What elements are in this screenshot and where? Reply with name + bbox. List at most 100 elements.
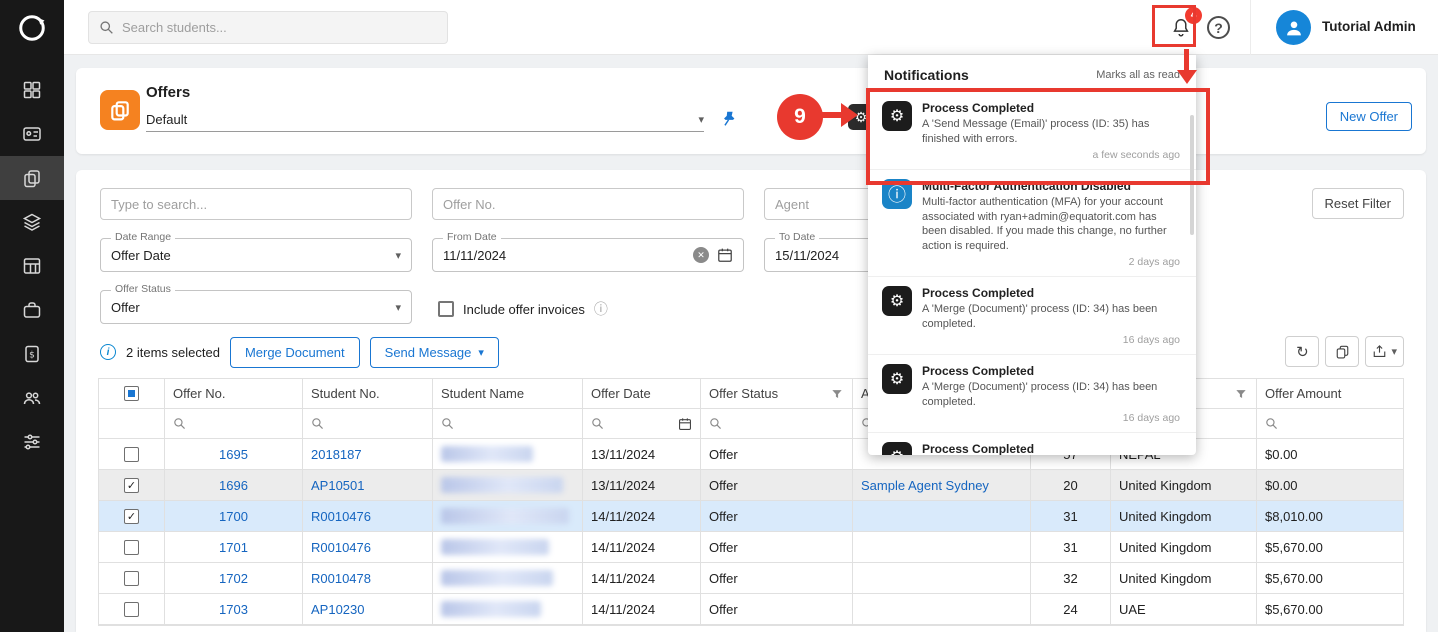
row-checkbox[interactable] (124, 602, 139, 617)
view-selector[interactable]: Default ▾ (146, 108, 704, 132)
table-header-row: Offer No. Student No. Student Name Offer… (99, 379, 1403, 409)
sidebar-item-grid[interactable] (0, 68, 64, 112)
date-range-select[interactable]: Date Range Offer Date ▾ (100, 238, 412, 272)
search-cell-offer-status[interactable] (701, 409, 853, 438)
chevron-down-icon: ▾ (1391, 345, 1397, 358)
row-checkbox[interactable] (124, 571, 139, 586)
offer-no-link[interactable]: 1703 (219, 602, 248, 617)
offer-status-cell: Offer (701, 563, 853, 593)
export-button[interactable]: ▾ (1365, 336, 1404, 367)
agent-link[interactable]: Sample Agent Sydney (861, 478, 989, 493)
sidebar-item-layers[interactable] (0, 200, 64, 244)
sidebar-nav: $ (0, 68, 64, 464)
sidebar-item-table[interactable] (0, 244, 64, 288)
search-cell-student-no[interactable] (303, 409, 433, 438)
country-cell: United Kingdom (1111, 470, 1257, 500)
sidebar-item-invoices[interactable]: $ (0, 332, 64, 376)
help-button[interactable]: ? (1207, 16, 1230, 39)
table-row[interactable]: ✓ 1696 AP10501 13/11/2024 Offer Sample A… (99, 470, 1403, 501)
table-icon (22, 256, 42, 276)
offer-no-input[interactable] (432, 188, 744, 220)
app-logo[interactable] (0, 0, 64, 56)
notification-item[interactable]: ⓘ Multi-Factor Authentication Disabled M… (868, 170, 1196, 277)
notification-body: A 'Merge (Document)' process (ID: 34) ha… (922, 380, 1180, 409)
table-row[interactable]: 1702 R0010478 14/11/2024 Offer 32 United… (99, 563, 1403, 594)
header-offer-status[interactable]: Offer Status (701, 379, 853, 408)
calendar-icon[interactable] (678, 417, 692, 431)
date-range-value: Offer Date (111, 248, 171, 263)
mark-all-read-link[interactable]: Marks all as read (1096, 69, 1180, 81)
annotation-arrow-down (1184, 49, 1189, 72)
clear-date-icon[interactable]: ✕ (693, 247, 709, 263)
sidebar-item-briefcase[interactable] (0, 288, 64, 332)
header-student-name[interactable]: Student Name (433, 379, 583, 408)
chevron-down-icon: ▾ (698, 113, 704, 126)
search-cell-student-name[interactable] (433, 409, 583, 438)
merge-document-button[interactable]: Merge Document (230, 337, 360, 368)
offer-status-cell: Offer (701, 532, 853, 562)
user-avatar[interactable] (1276, 10, 1311, 45)
table-row[interactable]: 1701 R0010476 14/11/2024 Offer 31 United… (99, 532, 1403, 563)
type-to-search-input[interactable] (100, 188, 412, 220)
student-no-link[interactable]: R0010478 (311, 571, 371, 586)
select-all-checkbox[interactable] (124, 386, 139, 401)
offer-no-link[interactable]: 1701 (219, 540, 248, 555)
refresh-button[interactable]: ↻ (1285, 336, 1319, 367)
search-cell-offer-date[interactable] (583, 409, 701, 438)
notification-item[interactable]: ⚙ Process Completed A 'Merge (Document)'… (868, 277, 1196, 355)
sidebar-item-agents[interactable] (0, 376, 64, 420)
header-offer-amount[interactable]: Offer Amount (1257, 379, 1405, 408)
offer-status-select[interactable]: Offer Status Offer ▾ (100, 290, 412, 324)
send-message-button[interactable]: Send Message ▾ (370, 337, 499, 368)
notification-time: 2 days ago (922, 256, 1180, 268)
row-checkbox[interactable]: ✓ (124, 509, 139, 524)
sidebar-item-offers[interactable] (0, 156, 64, 200)
calendar-icon[interactable] (717, 247, 733, 263)
help-icon: ? (1214, 20, 1223, 36)
header-offer-status-label: Offer Status (709, 386, 778, 401)
offer-no-link[interactable]: 1696 (219, 478, 248, 493)
search-cell-offer-no[interactable] (165, 409, 303, 438)
sidebar-item-id-card[interactable] (0, 112, 64, 156)
sidebar-item-settings[interactable] (0, 420, 64, 464)
pin-view-button[interactable] (716, 106, 742, 132)
header-offer-date[interactable]: Offer Date (583, 379, 701, 408)
student-no-link[interactable]: R0010476 (311, 540, 371, 555)
include-invoices-checkbox[interactable] (438, 301, 454, 317)
student-no-link[interactable]: R0010476 (311, 509, 371, 524)
offer-status-cell: Offer (701, 594, 853, 624)
offer-no-link[interactable]: 1695 (219, 447, 248, 462)
row-checkbox[interactable] (124, 540, 139, 555)
table-row[interactable]: 1695 2018187 13/11/2024 Offer 57 NEPAL $… (99, 439, 1403, 470)
table-row[interactable]: 1703 AP10230 14/11/2024 Offer 24 UAE $5,… (99, 594, 1403, 625)
page-title: Offers (146, 84, 190, 101)
offer-no-link[interactable]: 1702 (219, 571, 248, 586)
student-name-redacted (441, 477, 563, 493)
from-date-input[interactable] (443, 248, 693, 263)
notification-item[interactable]: ⚙ Process Completed (868, 433, 1196, 455)
offer-date-cell: 13/11/2024 (583, 439, 701, 469)
filter-icon[interactable] (830, 387, 844, 401)
student-no-link[interactable]: AP10501 (311, 478, 365, 493)
student-search-input[interactable] (122, 20, 437, 35)
new-offer-button[interactable]: New Offer (1326, 102, 1412, 131)
copy-button[interactable] (1325, 336, 1359, 367)
offers-header-card: Offers Default ▾ ⚙ New Offer (76, 68, 1426, 154)
header-offer-no[interactable]: Offer No. (165, 379, 303, 408)
refresh-icon: ↻ (1296, 343, 1309, 361)
search-cell-offer-amount[interactable] (1257, 409, 1405, 438)
user-name[interactable]: Tutorial Admin (1322, 19, 1416, 34)
notification-title: Process Completed (922, 364, 1180, 378)
notification-item[interactable]: ⚙ Process Completed A 'Merge (Document)'… (868, 355, 1196, 433)
student-no-link[interactable]: 2018187 (311, 447, 362, 462)
row-checkbox[interactable]: ✓ (124, 478, 139, 493)
header-student-no[interactable]: Student No. (303, 379, 433, 408)
row-checkbox[interactable] (124, 447, 139, 462)
student-no-link[interactable]: AP10230 (311, 602, 365, 617)
offer-no-link[interactable]: 1700 (219, 509, 248, 524)
offer-status-cell: Offer (701, 501, 853, 531)
table-row[interactable]: ✓ 1700 R0010476 14/11/2024 Offer 31 Unit… (99, 501, 1403, 532)
filter-icon[interactable] (1234, 387, 1248, 401)
reset-filter-button[interactable]: Reset Filter (1312, 188, 1404, 219)
export-icon (1372, 344, 1387, 359)
